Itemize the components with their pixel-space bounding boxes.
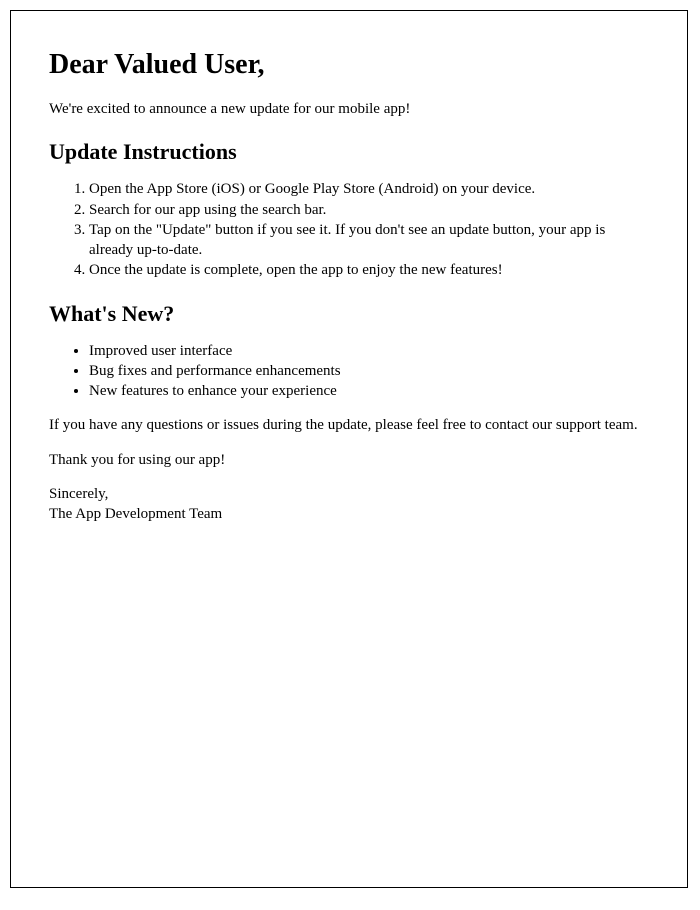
instructions-heading: Update Instructions xyxy=(49,139,649,165)
list-item: New features to enhance your experience xyxy=(89,381,649,401)
intro-paragraph: We're excited to announce a new update f… xyxy=(49,99,649,119)
thanks-paragraph: Thank you for using our app! xyxy=(49,450,649,470)
list-item: Tap on the "Update" button if you see it… xyxy=(89,220,649,261)
list-item: Improved user interface xyxy=(89,341,649,361)
list-item: Once the update is complete, open the ap… xyxy=(89,260,649,280)
support-paragraph: If you have any questions or issues duri… xyxy=(49,415,649,435)
signature-line: The App Development Team xyxy=(49,504,649,524)
document-page: Dear Valued User, We're excited to annou… xyxy=(10,10,688,888)
whatsnew-list: Improved user interface Bug fixes and pe… xyxy=(49,341,649,402)
instructions-list: Open the App Store (iOS) or Google Play … xyxy=(49,179,649,280)
whatsnew-heading: What's New? xyxy=(49,301,649,327)
list-item: Bug fixes and performance enhancements xyxy=(89,361,649,381)
list-item: Open the App Store (iOS) or Google Play … xyxy=(89,179,649,199)
greeting-heading: Dear Valued User, xyxy=(49,49,649,81)
closing-line: Sincerely, xyxy=(49,484,649,504)
list-item: Search for our app using the search bar. xyxy=(89,200,649,220)
signature-block: Sincerely, The App Development Team xyxy=(49,484,649,525)
